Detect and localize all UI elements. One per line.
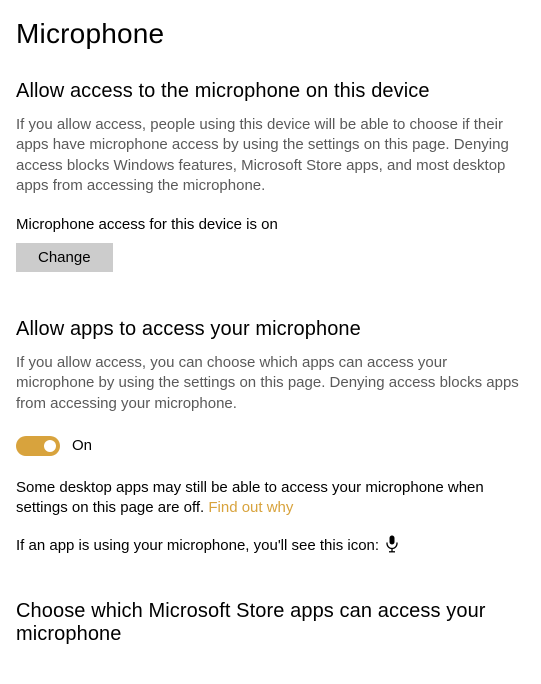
desktop-apps-note: Some desktop apps may still be able to a… — [16, 478, 521, 519]
device-access-status: Microphone access for this device is on — [16, 216, 521, 233]
app-access-toggle-row: On — [16, 436, 521, 456]
section-choose-title: Choose which Microsoft Store apps can ac… — [16, 600, 521, 646]
find-out-why-link[interactable]: Find out why — [208, 499, 293, 516]
mic-in-use-icon-line: If an app is using your microphone, you'… — [16, 536, 521, 554]
toggle-slider — [16, 436, 60, 456]
section-choose-apps: Choose which Microsoft Store apps can ac… — [16, 600, 521, 646]
page-title: Microphone — [16, 18, 521, 50]
section-device-title: Allow access to the microphone on this d… — [16, 80, 521, 103]
microphone-icon — [385, 535, 399, 553]
section-app-title: Allow apps to access your microphone — [16, 318, 521, 341]
section-app-access: Allow apps to access your microphone If … — [16, 318, 521, 554]
section-device-body: If you allow access, people using this d… — [16, 115, 521, 196]
change-button[interactable]: Change — [16, 243, 113, 272]
section-app-body: If you allow access, you can choose whic… — [16, 353, 521, 414]
app-access-toggle-label: On — [72, 437, 92, 454]
mic-in-use-text: If an app is using your microphone, you'… — [16, 537, 379, 554]
app-access-toggle[interactable] — [16, 436, 60, 456]
section-device-access: Allow access to the microphone on this d… — [16, 80, 521, 272]
